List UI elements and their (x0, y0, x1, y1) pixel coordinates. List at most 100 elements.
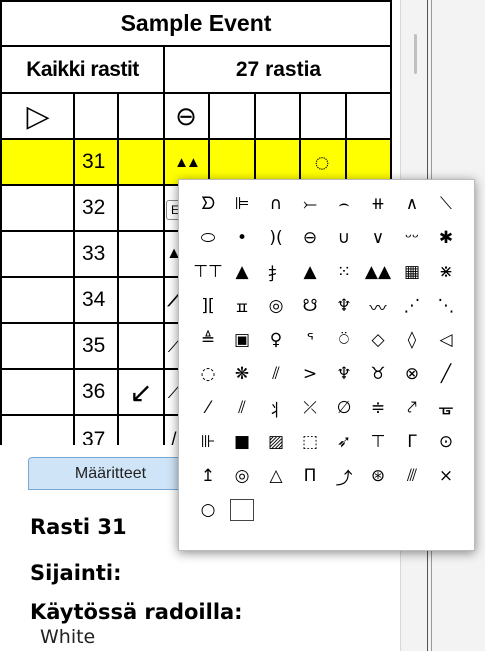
description-symbol-icon[interactable]: ᗤ (191, 187, 225, 221)
description-symbol-icon[interactable]: ◇ (361, 323, 395, 357)
course-name: White (40, 626, 96, 648)
description-symbol-icon[interactable]: ∧ (395, 187, 429, 221)
description-symbol-icon[interactable]: ▲▲ (361, 255, 395, 289)
description-symbol-icon[interactable]: ⤫ (293, 391, 327, 425)
description-symbol-icon[interactable]: ◌ (191, 357, 225, 391)
empty-symbol-icon[interactable] (225, 493, 259, 527)
start-row[interactable]: ▷ ⊖ (0, 94, 392, 140)
description-symbol-icon[interactable]: ⫽ (225, 391, 259, 425)
summary-row: Kaikki rastit 27 rastia (0, 47, 392, 94)
description-symbol-icon[interactable]: ⊤ (361, 425, 395, 459)
control-number: 36 (82, 380, 106, 403)
app-root: { "sheet": { "title": "Sample Event", "c… (0, 0, 485, 651)
symbol-picker-popup: ᗤ ⊫ ∩ ⤚ ⌢ ⧺ ∧ ⟍ ⬭ •)(⊖ ∪ ∨ ᵕᵕ ✱ ⊤⊤ ▲ ⺘ ▲ ⁙ ▲▲ ▦ ⋇][ㅍ ◎ ☋ ♆ 〰 ⋰ ⋱ ≜ ▣ ♀… (178, 179, 475, 551)
description-symbol-icon[interactable]: ⋱ (429, 289, 463, 323)
description-symbol-icon[interactable]: ⬚ (293, 425, 327, 459)
description-symbol-icon[interactable]: ☋ (293, 289, 327, 323)
description-symbol-icon[interactable]: ◎ (225, 459, 259, 493)
description-symbol-icon[interactable]: ≜ (191, 323, 225, 357)
control-number: 35 (82, 334, 106, 357)
description-symbol-icon[interactable]: > (293, 357, 327, 391)
description-symbol-icon[interactable]: ∩ (259, 187, 293, 221)
description-symbol-icon[interactable]: ◊ (395, 323, 429, 357)
grid-line (73, 94, 75, 445)
description-symbol-icon[interactable]: ⌢ (327, 187, 361, 221)
grid-line (117, 94, 119, 445)
event-title: Sample Event (0, 0, 392, 47)
description-symbol-icon[interactable]: ⧺ (361, 187, 395, 221)
blank-box-icon (230, 499, 254, 521)
direction-arrow-icon: ↙ (129, 376, 153, 408)
description-symbol-icon[interactable]: ⬭ (191, 221, 225, 255)
description-symbol-icon[interactable]: ◁ (429, 323, 463, 357)
description-symbol-icon[interactable]: Γ (395, 425, 429, 459)
description-symbol-icon[interactable]: ⤴ (327, 459, 361, 493)
description-symbol-icon[interactable]: ♆ (327, 357, 361, 391)
grid-line (163, 94, 165, 445)
description-symbol-icon[interactable]: ∪ (327, 221, 361, 255)
description-symbol-icon[interactable]: △ (259, 459, 293, 493)
description-symbol-icon[interactable]: ▦ (395, 255, 429, 289)
description-symbol-icon[interactable]: ][ (191, 289, 225, 323)
description-symbol-icon[interactable]: × (429, 459, 463, 493)
description-symbol-icon[interactable]: ▣ (225, 323, 259, 357)
knoll-symbol-icon: ⊖ (175, 100, 197, 131)
description-symbol-icon[interactable]: ❋ (225, 357, 259, 391)
description-symbol-icon[interactable]: ♀ (259, 323, 293, 357)
description-symbol-icon[interactable]: 〰 (361, 289, 395, 323)
description-symbol-icon[interactable]: )( (259, 221, 293, 255)
description-symbol-icon[interactable]: ♉ (361, 357, 395, 391)
description-symbol-icon[interactable]: ⺦ (259, 391, 293, 425)
description-symbol-icon[interactable]: ▲ (225, 255, 259, 289)
description-symbol-icon[interactable]: ᚗ (429, 391, 463, 425)
description-symbol-icon[interactable]: ⊙ (429, 425, 463, 459)
description-symbol-icon[interactable]: ⊛ (361, 459, 395, 493)
description-symbol-icon[interactable]: ⤚ (293, 187, 327, 221)
description-symbol-icon[interactable]: ⺘ (259, 255, 293, 289)
description-symbol-icon[interactable]: ⟍ (429, 187, 463, 221)
description-symbol-icon[interactable]: ♆ (327, 289, 361, 323)
control-number: 31 (82, 150, 106, 173)
description-symbol-icon[interactable]: • (225, 221, 259, 255)
hills-symbol-icon: ▲▲ (174, 153, 201, 171)
description-symbol-icon[interactable]: ⋇ (429, 255, 463, 289)
description-symbol-icon[interactable]: ➶ (327, 425, 361, 459)
description-symbol-icon[interactable]: ⫽ (259, 357, 293, 391)
description-symbol-icon[interactable]: ⊪ (191, 425, 225, 459)
description-symbol-icon[interactable]: ◎ (259, 289, 293, 323)
properties-button[interactable]: Määritteet (28, 457, 193, 490)
description-symbol-icon[interactable]: ▲ (293, 255, 327, 289)
description-symbol-icon[interactable]: ⁙ (327, 255, 361, 289)
description-symbol-icon[interactable]: ㅍ (225, 289, 259, 323)
description-symbol-icon[interactable]: ■ (225, 425, 259, 459)
description-symbol-icon[interactable]: ⊫ (225, 187, 259, 221)
description-symbol-icon[interactable]: ⁄ (191, 391, 225, 425)
description-symbol-icon[interactable]: ╱ (429, 357, 463, 391)
description-symbol-icon[interactable]: ⍥ (327, 323, 361, 357)
description-symbol-icon[interactable]: ✱ (429, 221, 463, 255)
description-symbol-icon[interactable]: ↥ (191, 459, 225, 493)
description-symbol-icon[interactable]: ⊤⊤ (191, 255, 225, 289)
control-number: 33 (82, 242, 106, 265)
description-symbol-icon[interactable]: ○ (191, 493, 225, 527)
description-symbol-icon[interactable]: ∅ (327, 391, 361, 425)
description-symbol-icon[interactable]: ∨ (361, 221, 395, 255)
description-symbol-icon[interactable]: ▨ (259, 425, 293, 459)
description-symbol-icon[interactable]: ⊖ (293, 221, 327, 255)
description-symbol-icon[interactable]: ⋰ (395, 289, 429, 323)
description-symbol-icon[interactable]: ≑ (361, 391, 395, 425)
control-number: 32 (82, 196, 106, 219)
description-symbol-icon[interactable]: ⤤ (395, 391, 429, 425)
control-number: 37 (82, 428, 106, 445)
control-count: 27 rastia (235, 57, 322, 81)
description-symbol-icon[interactable]: ⊗ (395, 357, 429, 391)
symbol-grid: ᗤ ⊫ ∩ ⤚ ⌢ ⧺ ∧ ⟍ ⬭ •)(⊖ ∪ ∨ ᵕᵕ ✱ ⊤⊤ ▲ ⺘ ▲ ⁙ ▲▲ ▦ ⋇][ㅍ ◎ ☋ ♆ 〰 ⋰ ⋱ ≜ ▣ ♀… (191, 187, 463, 527)
description-symbol-icon[interactable]: ᵕᵕ (395, 221, 429, 255)
description-symbol-icon[interactable]: ᕐ (293, 323, 327, 357)
courses-label: Käytössä radoilla: (30, 600, 243, 624)
scrollbar-thumb[interactable] (414, 34, 417, 74)
description-symbol-icon[interactable]: ⫻ (395, 459, 429, 493)
selected-control-title: Rasti 31 (30, 515, 127, 539)
all-controls-label: Kaikki rastit (2, 47, 165, 92)
description-symbol-icon[interactable]: Π (293, 459, 327, 493)
